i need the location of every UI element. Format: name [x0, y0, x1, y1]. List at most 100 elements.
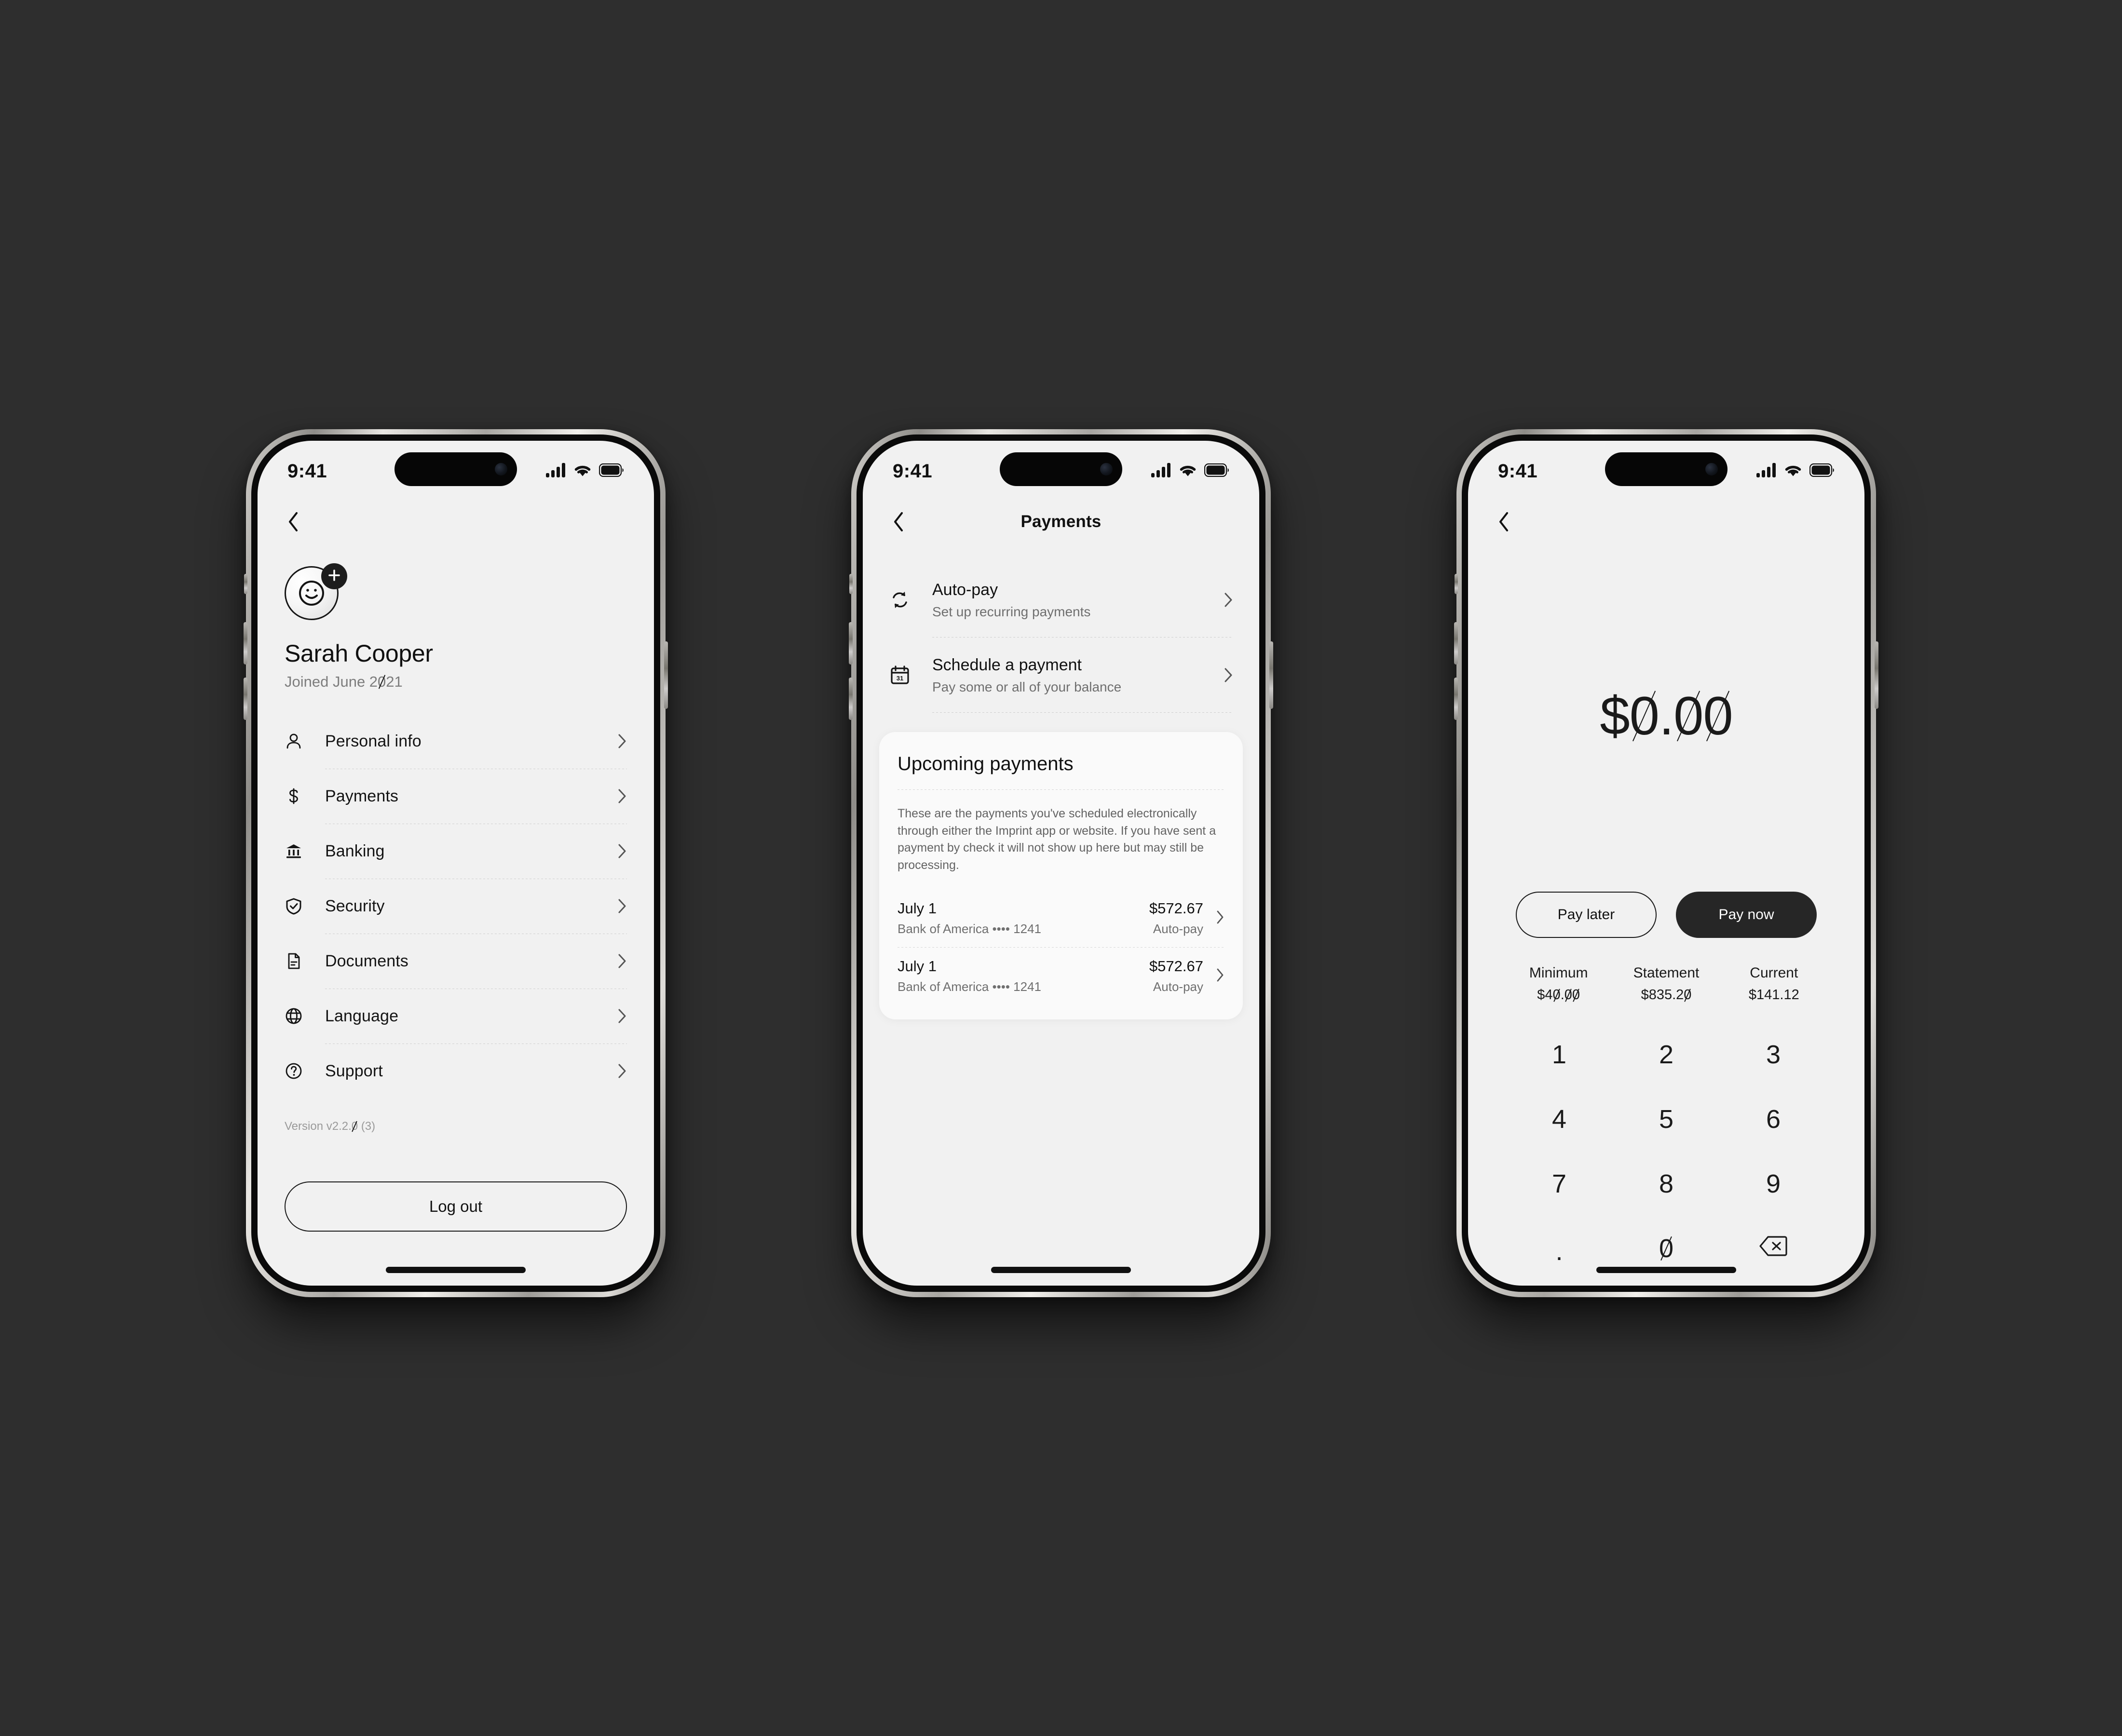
svg-text:31: 31 [897, 675, 903, 682]
battery-icon [1204, 463, 1229, 479]
version-label: Version v2.2.0 (3) [285, 1120, 376, 1133]
chevron-right-icon [1214, 592, 1233, 608]
chevron-right-icon [608, 1008, 627, 1024]
balance-value: $40.00 [1537, 987, 1580, 1003]
avatar[interactable] [285, 563, 347, 623]
menu-label: Documents [325, 951, 408, 970]
pay-later-button[interactable]: Pay later [1516, 892, 1657, 938]
payment-source: Bank of America •••• 1241 [898, 922, 1042, 936]
screen-amount-entry: 9:41 $0.00 Pay later Pay now Minimum $40… [1468, 441, 1864, 1286]
key-9[interactable]: 9 [1720, 1152, 1827, 1216]
card-note: These are the payments you've scheduled … [898, 807, 1216, 872]
home-indicator[interactable] [1596, 1267, 1736, 1273]
power-button[interactable] [1269, 641, 1273, 709]
status-clock: 9:41 [1498, 460, 1538, 482]
wifi-icon [573, 463, 592, 480]
divider [898, 789, 1224, 790]
dollar-icon [285, 787, 325, 805]
sidebar-item-payments[interactable]: Payments [285, 769, 627, 824]
volume-up-button[interactable] [849, 622, 853, 665]
option-title: Auto-pay [932, 580, 998, 599]
volume-up-button[interactable] [1454, 622, 1458, 665]
back-button[interactable] [283, 511, 304, 532]
balance-label: Minimum [1529, 965, 1588, 981]
option-schedule-payment[interactable]: 31 Schedule a payment Pay some or all of… [889, 637, 1233, 713]
volume-up-button[interactable] [244, 622, 247, 665]
sidebar-item-personal-info[interactable]: Personal info [285, 714, 627, 769]
screen-payments: 9:41 Payments Auto-pay Set up recurring … [863, 441, 1259, 1286]
balance-current[interactable]: Current $141.12 [1720, 965, 1828, 1003]
sidebar-item-language[interactable]: Language [285, 989, 627, 1044]
key-3[interactable]: 3 [1720, 1022, 1827, 1087]
key-4[interactable]: 4 [1506, 1087, 1613, 1152]
chevron-right-icon [1216, 968, 1224, 985]
option-subtitle: Pay some or all of your balance [932, 679, 1122, 694]
sidebar-item-support[interactable]: Support [285, 1044, 627, 1099]
action-buttons: Pay later Pay now [1468, 892, 1864, 938]
logout-button[interactable]: Log out [285, 1181, 627, 1232]
key-5[interactable]: 5 [1613, 1087, 1720, 1152]
cellular-bars-icon [1151, 462, 1171, 480]
chevron-right-icon [608, 898, 627, 914]
upcoming-payment-row[interactable]: July 1 Bank of America •••• 1241 $572.67… [898, 889, 1224, 947]
cellular-bars-icon [546, 462, 566, 480]
key-7[interactable]: 7 [1506, 1152, 1613, 1216]
shield-check-icon [285, 897, 325, 915]
power-button[interactable] [664, 641, 668, 709]
chevron-right-icon [608, 1063, 627, 1079]
balance-summary: Minimum $40.00 Statement $835.20 Current… [1505, 965, 1828, 1003]
option-auto-pay[interactable]: Auto-pay Set up recurring payments [889, 562, 1233, 637]
home-indicator[interactable] [386, 1267, 526, 1273]
card-title: Upcoming payments [898, 753, 1074, 774]
battery-icon [599, 463, 624, 479]
sidebar-item-banking[interactable]: Banking [285, 824, 627, 879]
option-subtitle: Set up recurring payments [932, 604, 1091, 619]
add-photo-button[interactable] [321, 563, 347, 589]
payments-content: Payments Auto-pay Set up recurring payme… [863, 499, 1259, 1286]
payment-amount: $572.67 [1149, 958, 1203, 975]
chevron-right-icon [1214, 667, 1233, 683]
status-clock: 9:41 [287, 460, 327, 482]
phone-payments: 9:41 Payments Auto-pay Set up recurring … [849, 429, 1273, 1297]
silent-switch[interactable] [244, 574, 247, 594]
volume-down-button[interactable] [1454, 678, 1458, 720]
backspace-icon [1759, 1234, 1788, 1263]
payment-options-list: Auto-pay Set up recurring payments 31 Sc… [889, 562, 1233, 713]
screenshot-stage: 9:41 Sarah Cooper Joined June 2021 Perso… [0, 0, 2122, 1736]
sidebar-item-security[interactable]: Security [285, 879, 627, 934]
power-button[interactable] [1875, 641, 1878, 709]
pay-now-button[interactable]: Pay now [1676, 892, 1817, 938]
balance-statement[interactable]: Statement $835.20 [1612, 965, 1720, 1003]
plus-icon [327, 569, 341, 584]
silent-switch[interactable] [1455, 574, 1458, 594]
dynamic-island [394, 452, 517, 486]
menu-label: Language [325, 1006, 399, 1025]
key-6[interactable]: 6 [1720, 1087, 1827, 1152]
key-1[interactable]: 1 [1506, 1022, 1613, 1087]
payment-date: July 1 [898, 958, 937, 975]
cellular-bars-icon [1756, 462, 1777, 480]
status-clock: 9:41 [893, 460, 933, 482]
sidebar-item-documents[interactable]: Documents [285, 934, 627, 989]
home-indicator[interactable] [991, 1267, 1131, 1273]
key-8[interactable]: 8 [1613, 1152, 1720, 1216]
nav-bar [1468, 499, 1864, 545]
chevron-right-icon [608, 953, 627, 969]
amount-display[interactable]: $0.00 [1468, 685, 1864, 747]
wifi-icon [1783, 463, 1803, 480]
bank-icon [285, 842, 325, 860]
balance-minimum[interactable]: Minimum $40.00 [1505, 965, 1612, 1003]
volume-down-button[interactable] [244, 678, 247, 720]
menu-label: Payments [325, 787, 398, 805]
upcoming-payment-row[interactable]: July 1 Bank of America •••• 1241 $572.67… [898, 947, 1224, 1005]
payment-type: Auto-pay [1153, 922, 1203, 936]
silent-switch[interactable] [849, 574, 853, 594]
front-camera-icon [495, 463, 507, 475]
volume-down-button[interactable] [849, 678, 853, 720]
phone-profile: 9:41 Sarah Cooper Joined June 2021 Perso… [244, 429, 668, 1297]
balance-value: $141.12 [1748, 987, 1799, 1003]
phone-bezel: 9:41 [1454, 434, 1878, 1292]
back-button[interactable] [1493, 511, 1514, 532]
key-2[interactable]: 2 [1613, 1022, 1720, 1087]
menu-label: Banking [325, 841, 385, 860]
